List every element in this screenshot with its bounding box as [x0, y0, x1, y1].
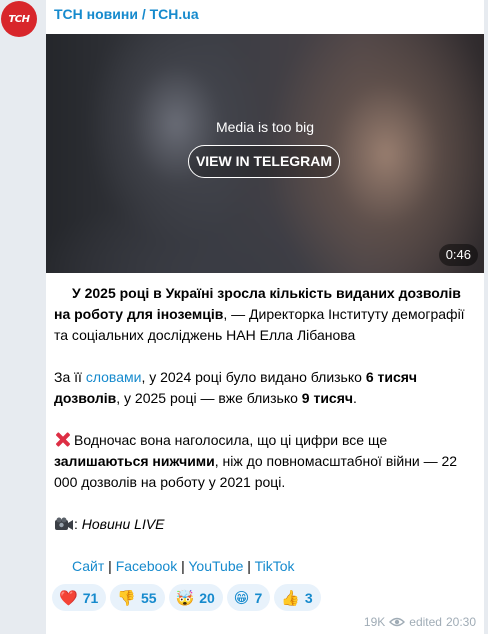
thumbs-down-icon: 👎: [117, 588, 136, 607]
p2-text-c: , у 2025 році — вже близько: [116, 390, 302, 406]
link-separator: |: [243, 558, 255, 574]
edited-label: edited: [409, 615, 442, 629]
reactions-bar: ❤️ 71 👎 55 🤯 20 😁 7 👍 3: [52, 584, 321, 611]
view-count: 19K: [363, 615, 386, 629]
reaction-heart[interactable]: ❤️ 71: [52, 584, 107, 611]
thumbs-up-icon: 👍: [281, 588, 300, 607]
p2-text-d: .: [353, 390, 357, 406]
link-separator: |: [104, 558, 116, 574]
message-bubble: ТСН новини / TCH.ua Media is too big VIE…: [46, 0, 484, 634]
video-camera-icon: [55, 517, 73, 530]
p2-text-b: , у 2024 році було видано близько: [141, 369, 366, 385]
reaction-grin[interactable]: 😁 7: [226, 584, 271, 611]
reaction-count: 7: [254, 589, 263, 606]
channel-avatar[interactable]: ТСН: [1, 1, 37, 37]
video-media[interactable]: Media is too big VIEW IN TELEGRAM 0:46: [46, 34, 484, 273]
p2-text-a: За її: [54, 369, 86, 385]
p3-text-a: Водночас вона наголосила, що ці цифри вс…: [74, 432, 388, 448]
post-paragraph-3: Водночас вона наголосила, що ці цифри вс…: [54, 430, 478, 493]
source-link[interactable]: словами: [86, 369, 142, 385]
message-time: 20:30: [445, 615, 476, 629]
view-in-telegram-button[interactable]: VIEW IN TELEGRAM: [188, 145, 340, 178]
reaction-count: 71: [82, 589, 99, 606]
reaction-thumbs-down[interactable]: 👎 55: [110, 584, 165, 611]
post-text: У 2025 році в Україні зросла кількість в…: [54, 283, 478, 577]
site-link[interactable]: Сайт: [72, 558, 104, 574]
reaction-count: 55: [140, 589, 157, 606]
message-meta: 19K edited 20:30: [364, 615, 476, 629]
grinning-face-icon: 😁: [233, 588, 250, 607]
cross-mark-icon: [54, 431, 71, 448]
link-separator: |: [177, 558, 189, 574]
exploding-head-icon: 🤯: [175, 588, 195, 607]
youtube-link[interactable]: YouTube: [188, 558, 243, 574]
red-heart-icon: ❤️: [59, 588, 78, 607]
reaction-count: 20: [199, 589, 215, 606]
post-links: Сайт | Facebook | YouTube | TikTok: [54, 556, 478, 577]
news-live-label: Новини LIVE: [81, 516, 165, 532]
post-paragraph-4: : Новини LIVE: [54, 514, 478, 535]
p4-separator: :: [74, 516, 82, 532]
p3-bold: залишаються нижчими: [54, 453, 215, 469]
reaction-count: 3: [304, 589, 313, 606]
facebook-link[interactable]: Facebook: [116, 558, 177, 574]
p2-bold-2: 9 тисяч: [301, 390, 354, 406]
post-paragraph-1: У 2025 році в Україні зросла кількість в…: [54, 283, 478, 346]
video-duration-badge: 0:46: [438, 244, 478, 266]
channel-name[interactable]: ТСН новини / TCH.ua: [54, 6, 199, 22]
post-paragraph-2: За її словами, у 2024 році було видано б…: [54, 367, 478, 409]
reaction-mind-blown[interactable]: 🤯 20: [168, 584, 223, 611]
media-too-big-caption: Media is too big: [215, 119, 315, 135]
eye-icon: [389, 617, 406, 627]
tiktok-link[interactable]: TikTok: [255, 558, 295, 574]
reaction-thumbs-up[interactable]: 👍 3: [274, 584, 321, 611]
